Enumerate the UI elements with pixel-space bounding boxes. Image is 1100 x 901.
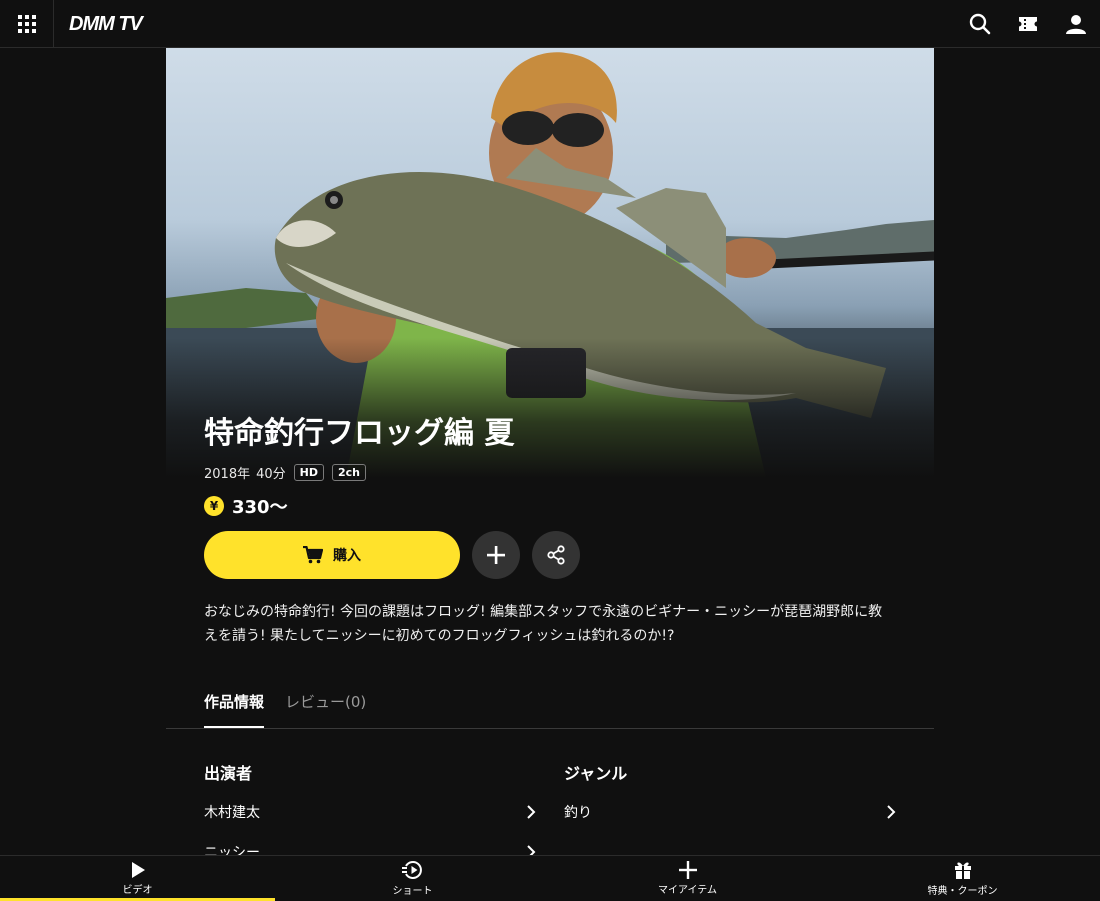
search-icon[interactable] [968,12,992,36]
yen-coin-icon: ¥ [204,496,224,516]
cart-icon [303,546,323,564]
apps-menu-button[interactable] [0,0,54,47]
nav-benefits-label: 特典・クーポン [927,885,998,897]
nav-video[interactable]: ビデオ [0,856,275,901]
nav-short[interactable]: ショート [275,856,550,900]
description: おなじみの特命釣行! 今回の課題はフロッグ! 編集部スタッフで永遠のビギナー・ニ… [204,604,883,644]
tab-work-info[interactable]: 作品情報 [204,680,265,728]
nav-my-items-label: マイアイテム [658,884,717,896]
price: ¥ 330〜 [204,494,288,518]
play-icon [131,861,145,878]
plus-icon [678,860,697,879]
tab-reviews[interactable]: レビュー(0) [285,680,366,727]
hero-gradient-overlay [166,338,934,478]
cast-name: 木村建太 [204,805,260,821]
genre-item[interactable]: 釣り [564,800,896,824]
hd-badge: HD [293,463,324,481]
short-play-icon [401,860,422,879]
top-header: DMM TV [0,0,1100,48]
content-tabs: 作品情報 レビュー(0) [166,680,934,729]
purchase-button-label: 購入 [333,548,361,564]
nav-benefits-coupons[interactable]: 特典・クーポン [825,856,1100,900]
audio-channel-badge: 2ch [331,463,366,481]
ticket-icon[interactable] [1016,12,1040,36]
gift-icon [954,862,971,879]
nav-my-items[interactable]: マイアイテム [550,856,825,900]
nav-video-label: ビデオ [122,884,153,896]
cast-heading: 出演者 [204,764,253,783]
dmm-tv-logo[interactable]: DMM TV [69,11,143,37]
nav-short-label: ショート [392,885,433,897]
plus-icon [487,546,505,564]
video-meta: 2018年 40分 HD 2ch [204,461,366,483]
cast-item[interactable]: 木村建太 [204,800,536,824]
share-icon [547,545,565,565]
user-icon[interactable] [1064,12,1088,36]
bottom-navigation: ビデオ ショート マイアイテム 特典・クーポン [0,855,1100,901]
genre-name: 釣り [564,805,592,821]
genre-heading: ジャンル [564,764,628,783]
add-to-my-items-button[interactable] [472,531,520,579]
release-year: 2018年 [204,466,251,482]
price-text: 330〜 [232,497,288,518]
duration: 40分 [256,466,286,482]
grid-icon [17,14,36,33]
chevron-right-icon [887,805,896,819]
share-button[interactable] [532,531,580,579]
chevron-right-icon [527,805,536,819]
page-title: 特命釣行フロッグ編 夏 [204,416,515,451]
purchase-button[interactable]: 購入 [204,531,460,579]
